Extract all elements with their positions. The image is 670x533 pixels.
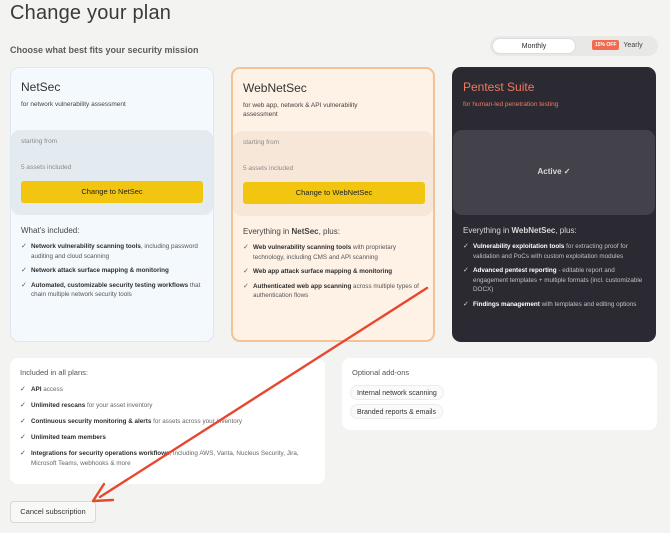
check-icon: ✓ [20,450,26,457]
toggle-yearly[interactable]: 15% OFF Yearly [592,40,643,52]
addon-branded-reports[interactable]: Branded reports & emails [350,404,443,419]
feature-item: ✓ Vulnerability exploitation tools for ex… [463,243,628,260]
feature-item: ✓ Web vulnerability scanning tools with p… [243,244,396,261]
feature-item: ✓ Advanced pentest reporting - editable r… [463,267,643,293]
plan-name: NetSec [21,80,61,94]
feature-list: ✓ Vulnerability exploitation tools for ex… [463,242,649,314]
included-heading: Everything in WebNetSec, plus: [463,226,577,235]
assets-included-label: 5 assets included [243,165,294,172]
included-heading: Everything in NetSec, plus: [243,227,340,236]
list-item: ✓ API access [20,386,63,393]
feature-item: ✓ Authenticated web app scanning across m… [243,282,419,300]
price-box: Active ✓ [453,130,655,215]
feature-item: ✓ Network vulnerability scanning tools, i… [21,243,198,260]
list-item: ✓ Unlimited rescans for your asset invent… [20,402,153,409]
feature-item: ✓ Automated, customizable security testin… [21,281,201,299]
page-title: Change your plan [10,2,172,24]
check-icon: ✓ [20,418,26,425]
included-all-plans-panel: Included in all plans: ✓ API access ✓ Unli… [10,358,325,484]
check-icon: ✓ [243,268,249,275]
check-icon: ✓ [20,386,26,393]
assets-included-label: 5 assets included [21,164,72,171]
starting-from-label: starting from [243,139,280,146]
panel-heading: Optional add-ons [352,368,410,377]
plan-card-pentest-suite: Pentest Suite for human-led penetration … [452,67,656,342]
plan-description: for human-led penetration testing [463,101,559,108]
optional-addons-panel: Optional add-ons Internal network scanni… [342,358,657,430]
plan-name: WebNetSec [243,81,307,95]
cancel-subscription-button[interactable]: Cancel subscription [10,501,96,523]
list-item: ✓ Integrations for security operations wo… [20,450,299,467]
discount-badge: 15% OFF [592,40,620,51]
price-box: starting from 5 assets included Change t… [233,131,433,216]
starting-from-label: starting from [21,138,58,145]
page-subtitle: Choose what best fits your security miss… [10,45,199,55]
change-to-netsec-button[interactable]: Change to NetSec [21,181,203,203]
price-box: starting from 5 assets included Change t… [11,130,213,215]
check-icon: ✓ [463,243,469,250]
plan-card-webnetsec: WebNetSec for web app, network & API vul… [231,67,435,342]
panel-heading: Included in all plans: [20,368,88,377]
check-icon: ✓ [20,402,26,409]
check-icon: ✓ [20,434,26,441]
check-icon: ✓ [463,300,469,308]
addon-internal-network-scanning[interactable]: Internal network scanning [350,385,444,400]
check-icon: ✓ [243,282,249,290]
feature-list: ✓ Web vulnerability scanning tools with p… [243,243,429,306]
included-heading: What's included: [21,226,80,235]
list-item: ✓ Unlimited team members [20,434,106,441]
toggle-monthly[interactable]: Monthly [492,38,576,54]
plan-description: for network vulnerability assessment [21,101,126,108]
feature-list: ✓ Network vulnerability scanning tools, i… [21,242,207,305]
yearly-label: Yearly [623,42,643,49]
check-icon: ✓ [463,267,469,274]
feature-item: ✓ Network attack surface mapping & monito… [21,267,169,274]
plan-name: Pentest Suite [463,80,535,94]
plan-description: for web app, network & API vulnerability… [243,102,358,118]
check-icon: ✓ [21,243,27,250]
active-status-label: Active ✓ [537,167,571,176]
feature-item: ✓ Web app attack surface mapping & monito… [243,268,393,275]
annotation-arrow-head [91,482,115,503]
change-to-webnetsec-button[interactable]: Change to WebNetSec [243,182,425,204]
billing-toggle[interactable]: Monthly 15% OFF Yearly [490,36,658,56]
check-icon: ✓ [243,244,249,251]
check-icon: ✓ [21,281,27,289]
included-list: ✓ API access ✓ Unlimited rescans for your … [20,385,320,475]
plan-card-netsec: NetSec for network vulnerability assessm… [10,67,214,342]
check-icon: ✓ [21,267,27,274]
feature-item: ✓ Findings management with templates and … [463,300,637,308]
list-item: ✓ Continuous security monitoring & alerts… [20,418,243,425]
